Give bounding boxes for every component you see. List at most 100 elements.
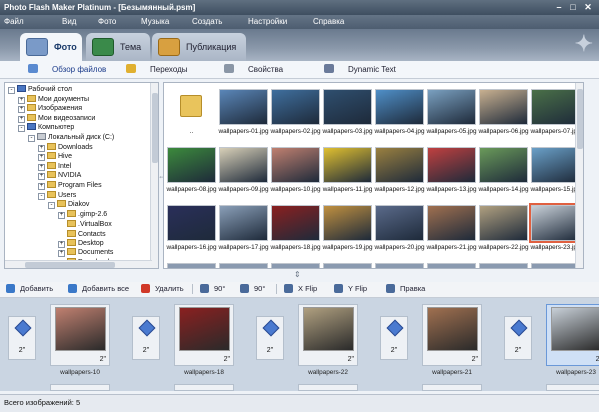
file-thumbnail[interactable]: wallpapers-16.jpg [166, 202, 217, 254]
tree-scroll-thumb[interactable] [152, 93, 158, 163]
collapse-icon[interactable]: - [38, 192, 45, 200]
file-thumbnail[interactable]: wallpapers-05.jpg [426, 86, 477, 138]
tree-item[interactable]: .VirtualBox [58, 219, 112, 229]
slideshow-strip[interactable]: 2" 2" wallpapers-10 2" 2" wallpapers-18 2" 2" wa… [0, 298, 599, 391]
expand-icon[interactable]: + [38, 144, 45, 152]
slide-item-partial[interactable] [422, 384, 482, 391]
tree-item[interactable]: - Локальный диск (C:) [28, 133, 114, 143]
subtab-browse-files[interactable]: Обзор файлов [28, 64, 106, 74]
folder-tree[interactable]: - Рабочий стол + Мои документы + Изображения +… [4, 82, 159, 269]
tree-item[interactable]: - Diakov [48, 200, 89, 210]
menu-settings[interactable]: Настройки [248, 17, 287, 26]
transition-slot[interactable]: 2" [380, 316, 408, 360]
menu-create[interactable]: Создать [192, 17, 222, 26]
grid-scroll-thumb[interactable] [577, 89, 583, 149]
toolbar-button-rotate-right[interactable]: 90° [240, 284, 265, 296]
file-thumbnail[interactable]: wallpapers-07.jpg [530, 86, 581, 138]
collapse-icon[interactable]: - [18, 125, 25, 133]
file-thumbnail[interactable]: wallpapers-20.jpg [374, 202, 425, 254]
expand-icon[interactable]: + [18, 96, 25, 104]
expand-icon[interactable]: + [58, 211, 65, 219]
tree-item[interactable]: + Мои видеозаписи [18, 113, 95, 124]
tree-vertical-scrollbar[interactable] [150, 83, 158, 268]
file-thumbnail-partial[interactable] [531, 263, 580, 268]
tree-item[interactable]: + NVIDIA [38, 171, 81, 181]
transition-slot[interactable]: 2" [132, 316, 160, 360]
file-thumbnail-partial[interactable] [167, 263, 216, 268]
slide-item-partial[interactable] [298, 384, 358, 391]
slide-item[interactable]: 2" [422, 304, 482, 366]
maximize-icon[interactable]: □ [566, 1, 580, 13]
file-thumbnail[interactable]: wallpapers-17.jpg [218, 202, 269, 254]
expand-icon[interactable]: + [58, 240, 65, 248]
file-thumbnail[interactable]: wallpapers-11.jpg [322, 144, 373, 196]
tab-theme[interactable]: Тема [86, 33, 150, 61]
toolbar-button-delete[interactable]: Удалить [141, 284, 184, 296]
file-thumbnail[interactable]: wallpapers-06.jpg [478, 86, 529, 138]
toolbar-button-edit[interactable]: Правка [386, 284, 425, 296]
transition-slot[interactable]: 2" [504, 316, 532, 360]
grid-vertical-scrollbar[interactable] [575, 83, 583, 268]
file-thumbnail[interactable]: wallpapers-03.jpg [322, 86, 373, 138]
subtab-dynamic-text[interactable]: Dynamic Text [324, 64, 396, 74]
tree-item[interactable]: + Hive [38, 152, 72, 162]
file-thumbnail-partial[interactable] [375, 263, 424, 268]
file-thumbnail[interactable]: wallpapers-01.jpg [218, 86, 269, 138]
toolbar-button-add[interactable]: Добавить [6, 284, 53, 296]
file-thumbnail[interactable]: wallpapers-21.jpg [426, 202, 477, 254]
file-thumbnail[interactable]: wallpapers-13.jpg [426, 144, 477, 196]
collapse-icon[interactable]: - [28, 135, 35, 142]
subtab-transitions[interactable]: Переходы [126, 64, 188, 74]
toolbar-button-add-all[interactable]: Добавить все [68, 284, 129, 296]
tree-horizontal-scrollbar[interactable] [5, 260, 152, 268]
tree-item[interactable]: + Documents [58, 248, 113, 258]
file-thumbnail[interactable]: wallpapers-10.jpg [270, 144, 321, 196]
file-thumbnail[interactable]: wallpapers-09.jpg [218, 144, 269, 196]
tree-item[interactable]: + Downloads [38, 142, 93, 153]
tree-item[interactable]: Contacts [58, 229, 106, 239]
minimize-icon[interactable]: – [552, 1, 566, 13]
menu-help[interactable]: Справка [313, 17, 344, 26]
slide-item[interactable]: 2" [174, 304, 234, 366]
menu-view[interactable]: Вид [62, 17, 76, 26]
menu-photo[interactable]: Фото [98, 17, 116, 26]
tree-item[interactable]: + Desktop [58, 238, 104, 249]
menu-file[interactable]: Файл [4, 17, 24, 26]
file-thumbnail[interactable]: wallpapers-23.jpg [529, 202, 582, 254]
toolbar-button-flip-x[interactable]: X Flip [284, 284, 317, 296]
tree-item[interactable]: - Users [38, 190, 76, 201]
slide-item-partial[interactable] [546, 384, 599, 391]
expand-icon[interactable]: + [38, 163, 45, 171]
tree-item[interactable]: + Program Files [38, 181, 102, 191]
close-icon[interactable]: ✕ [581, 1, 595, 13]
menu-music[interactable]: Музыка [141, 17, 169, 26]
file-thumbnail-partial[interactable] [271, 263, 320, 268]
file-thumbnail[interactable]: wallpapers-22.jpg [478, 202, 529, 254]
file-thumbnail[interactable]: wallpapers-04.jpg [374, 86, 425, 138]
toolbar-button-flip-y[interactable]: Y Flip [334, 284, 367, 296]
horizontal-splitter[interactable]: ⇕ [294, 270, 301, 279]
file-thumbnail-partial[interactable] [219, 263, 268, 268]
file-thumbnail-grid[interactable]: .. wallpapers-01.jpg wallpapers-02.jpg wall… [163, 82, 584, 269]
tree-item[interactable]: + Intel [38, 161, 71, 172]
file-thumbnail[interactable]: wallpapers-02.jpg [270, 86, 321, 138]
expand-icon[interactable]: + [58, 250, 65, 258]
transition-slot[interactable]: 2" [8, 316, 36, 360]
transition-slot[interactable]: 2" [256, 316, 284, 360]
collapse-icon[interactable]: - [48, 202, 55, 210]
file-thumbnail[interactable]: wallpapers-12.jpg [374, 144, 425, 196]
file-thumbnail[interactable]: wallpapers-08.jpg [166, 144, 217, 196]
expand-icon[interactable]: + [38, 154, 45, 162]
file-thumbnail[interactable]: wallpapers-15.jpg [530, 144, 581, 196]
parent-folder-item[interactable]: .. [166, 86, 217, 138]
tab-publish[interactable]: Публикация [152, 33, 246, 61]
tree-item[interactable]: + .gimp-2.6 [58, 209, 107, 220]
file-thumbnail[interactable]: wallpapers-14.jpg [478, 144, 529, 196]
file-thumbnail[interactable]: wallpapers-18.jpg [270, 202, 321, 254]
slide-item[interactable]: 2" [546, 304, 599, 366]
tree-item[interactable]: + Изображения [18, 104, 82, 114]
expand-icon[interactable]: + [18, 106, 25, 114]
collapse-icon[interactable]: - [8, 87, 15, 94]
file-thumbnail-partial[interactable] [323, 263, 372, 268]
subtab-properties[interactable]: Свойства [224, 64, 283, 74]
